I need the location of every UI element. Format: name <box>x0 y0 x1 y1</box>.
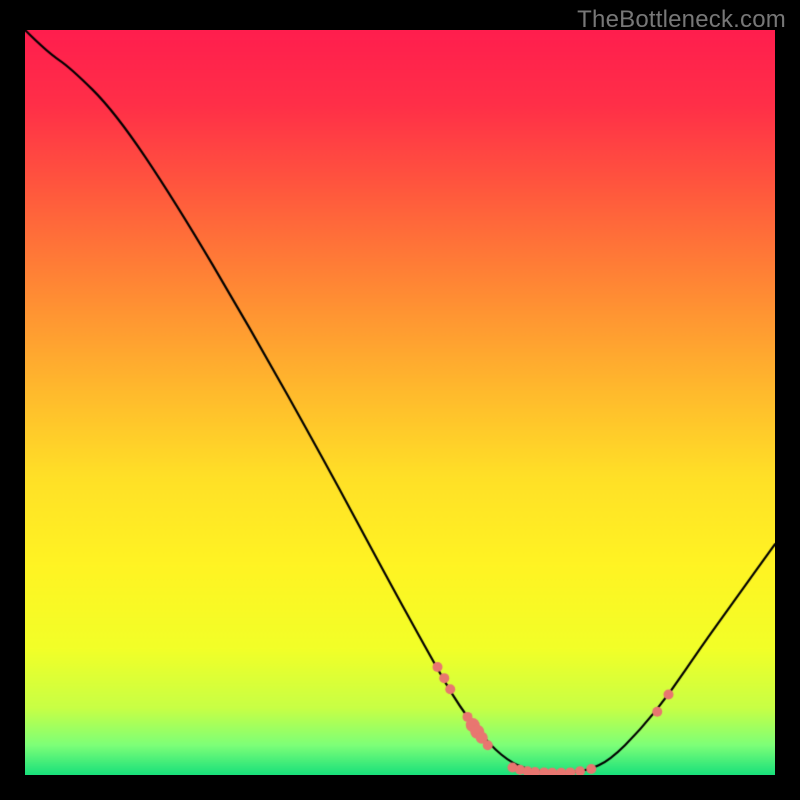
plot-frame <box>25 30 775 775</box>
bottleneck-chart-canvas <box>25 30 775 775</box>
chart-container: TheBottleneck.com <box>0 0 800 800</box>
